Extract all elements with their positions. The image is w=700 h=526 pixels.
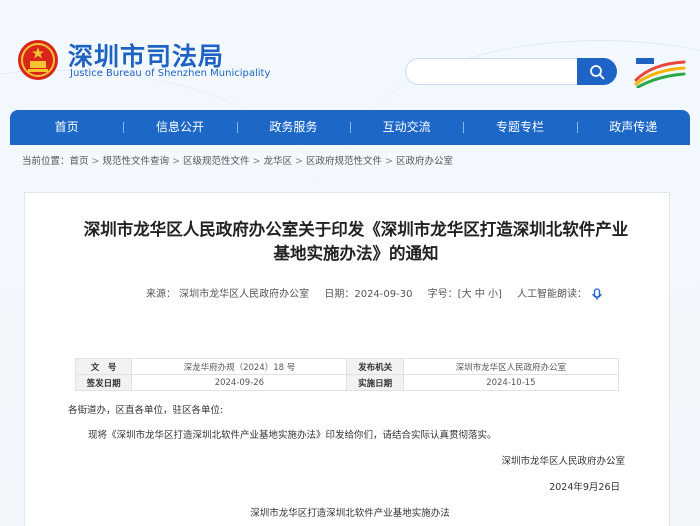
effective-date-label: 实施日期 xyxy=(346,374,404,391)
salutation: 各街道办，区直各单位，驻区各单位: xyxy=(68,405,224,416)
article-title: 深圳市龙华区人民政府办公室关于印发《深圳市龙华区打造深圳北软件产业基地实施办法》… xyxy=(83,220,629,263)
breadcrumb-separator: > xyxy=(294,156,303,167)
breadcrumb-link[interactable]: 龙华区 xyxy=(263,156,292,167)
breadcrumb-link[interactable]: 区级规范性文件 xyxy=(183,156,250,167)
document-info-table: 文 号 深龙华府办规（2024）18 号 发布机关 深圳市龙华区人民政府办公室 … xyxy=(74,358,620,391)
doc-number-value: 深龙华府办规（2024）18 号 xyxy=(131,358,348,375)
breadcrumb-separator: > xyxy=(384,156,393,167)
issuer-value: 深圳市龙华区人民政府办公室 xyxy=(402,358,620,375)
breadcrumb-separator: > xyxy=(91,156,100,167)
source-value: 深圳市龙华区人民政府办公室 xyxy=(179,289,310,300)
national-emblem-icon xyxy=(18,40,58,80)
search-input[interactable] xyxy=(405,58,577,85)
nav-gov-voice[interactable]: 政声传递 xyxy=(576,110,690,145)
font-size-medium-button[interactable]: 中 xyxy=(475,289,485,300)
nav-gov-services[interactable]: 政务服务 xyxy=(236,110,350,145)
speaker-icon[interactable] xyxy=(590,287,604,301)
issuer-label: 发布机关 xyxy=(346,358,404,375)
breadcrumb-link[interactable]: 区政府规范性文件 xyxy=(306,156,382,167)
breadcrumb: 当前位置：首页 > 规范性文件查询 > 区级规范性文件 > 龙华区 > 区政府规范性文件 > 区政府… xyxy=(22,153,453,167)
font-size-small-button[interactable]: 小 xyxy=(488,289,498,300)
nav-info-disclosure[interactable]: 信息公开 xyxy=(123,110,236,145)
doc-number-label: 文 号 xyxy=(74,358,133,375)
date-value: 2024-09-30 xyxy=(354,289,413,300)
breadcrumb-link[interactable]: 区政府办公室 xyxy=(396,156,453,167)
site-title-en: Justice Bureau of Shenzhen Municipality xyxy=(70,68,271,79)
breadcrumb-separator: > xyxy=(252,156,261,167)
signature-organization: 深圳市龙华区人民政府办公室 xyxy=(501,456,625,467)
date-label: 日期： xyxy=(324,289,355,300)
font-size-bracket-close: ] xyxy=(497,289,502,300)
ai-reader-label: 人工智能朗读： xyxy=(517,289,588,300)
attachment-title: 深圳市龙华区打造深圳北软件产业基地实施办法 xyxy=(250,508,450,519)
body-paragraph: 现将《深圳市龙华区打造深圳北软件产业基地实施办法》印发给你们，请结合实际认真贯彻… xyxy=(88,430,497,441)
nav-special-topics[interactable]: 专题专栏 xyxy=(463,110,576,145)
city-logo-icon[interactable] xyxy=(632,54,688,88)
sign-date-value: 2024-09-26 xyxy=(131,374,348,391)
main-nav: 首页 信息公开 政务服务 互动交流 专题专栏 政声传递 xyxy=(10,110,690,145)
font-size-label: 字号： xyxy=(427,289,458,300)
signature-date: 2024年9月26日 xyxy=(549,482,620,493)
breadcrumb-separator: > xyxy=(172,156,180,167)
breadcrumb-link[interactable]: 规范性文件查询 xyxy=(103,156,170,167)
table-row: 签发日期 2024-09-26 实施日期 2024-10-15 xyxy=(74,374,620,391)
font-size-large-button[interactable]: 大 xyxy=(462,289,472,300)
article-meta: 来源： 深圳市龙华区人民政府办公室 日期：2024-09-30 字号：[大 中 … xyxy=(0,285,700,301)
sign-date-label: 签发日期 xyxy=(74,374,133,391)
table-row: 文 号 深龙华府办规（2024）18 号 发布机关 深圳市龙华区人民政府办公室 xyxy=(74,358,620,375)
nav-interaction[interactable]: 互动交流 xyxy=(349,110,463,145)
search-icon xyxy=(590,64,605,79)
nav-home[interactable]: 首页 xyxy=(10,110,123,145)
breadcrumb-link[interactable]: 首页 xyxy=(70,156,89,167)
breadcrumb-prefix: 当前位置： xyxy=(22,156,70,167)
search-button[interactable] xyxy=(577,58,617,85)
source-label: 来源： xyxy=(145,289,176,300)
effective-date-value: 2024-10-15 xyxy=(402,374,620,391)
site-header: 深圳市司法局 Justice Bureau of Shenzhen Munici… xyxy=(0,0,700,108)
